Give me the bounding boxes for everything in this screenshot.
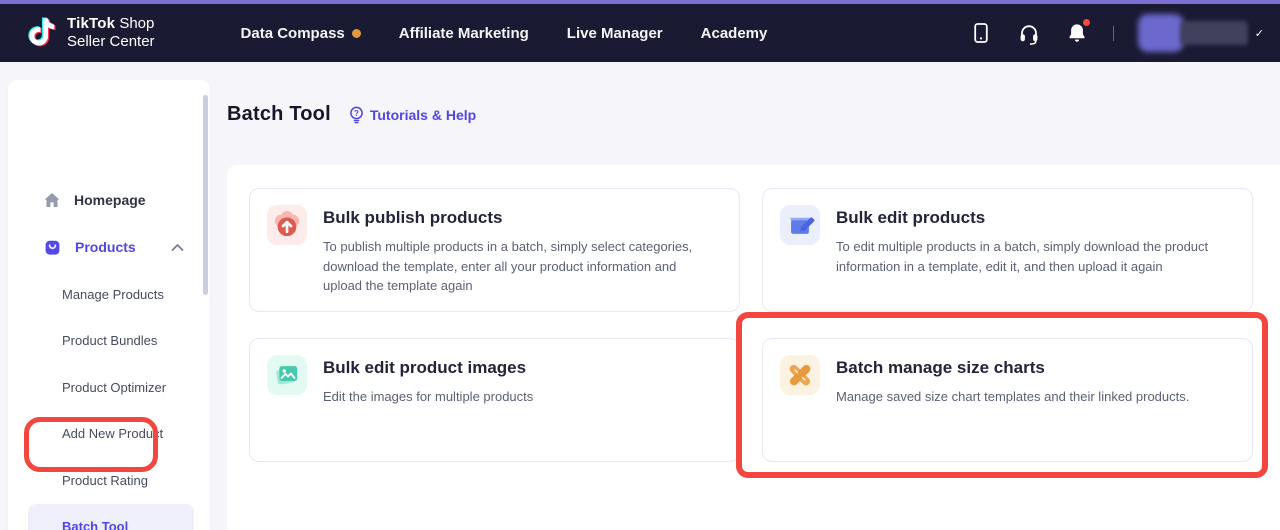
- nav-item-label: Academy: [701, 25, 768, 42]
- sidebar-scrollbar[interactable]: [203, 95, 208, 295]
- card-bulk-publish-products[interactable]: Bulk publish products To publish multipl…: [249, 188, 740, 312]
- sidebar-item-label: Batch Tool: [62, 519, 128, 530]
- card-body: Batch manage size charts Manage saved si…: [836, 355, 1189, 445]
- sidebar-item-label: Product Optimizer: [62, 380, 166, 395]
- chevron-up-icon[interactable]: [171, 243, 184, 252]
- logo-text: TikTok Shop Seller Center: [67, 15, 155, 51]
- card-title: Bulk edit products: [836, 208, 1232, 228]
- help-bulb-icon: ?: [348, 106, 365, 124]
- card-title: Bulk publish products: [323, 208, 719, 228]
- tutorials-help-label: Tutorials & Help: [370, 107, 476, 123]
- nav-item-label: Data Compass: [241, 25, 345, 42]
- image-icon: [267, 355, 307, 395]
- sidebar-item-batch-tool[interactable]: Batch Tool: [8, 503, 210, 530]
- card-body: Bulk edit products To edit multiple prod…: [836, 205, 1232, 295]
- headset-support-icon[interactable]: [1017, 21, 1041, 45]
- products-bag-icon: [43, 238, 62, 257]
- bell-icon[interactable]: [1065, 21, 1089, 45]
- sidebar-item-label: Add New Product: [62, 426, 163, 441]
- upload-cloud-icon: [267, 205, 307, 245]
- account-check-icon: ✓: [1255, 27, 1264, 40]
- sidebar-item-label: Product Rating: [62, 473, 148, 488]
- sidebar-item-add-new-product[interactable]: Add New Product: [8, 410, 210, 456]
- card-bulk-edit-product-images[interactable]: Bulk edit product images Edit the images…: [249, 338, 740, 462]
- sidebar-item-product-rating[interactable]: Product Rating: [8, 457, 210, 503]
- sidebar-item-label: Homepage: [74, 192, 146, 208]
- notification-dot: [352, 29, 361, 38]
- sidebar-item-label: Product Bundles: [62, 333, 157, 348]
- nav-item-live-manager[interactable]: Live Manager: [567, 25, 663, 42]
- sidebar-item-product-optimizer[interactable]: Product Optimizer: [8, 364, 210, 410]
- page-title: Batch Tool: [227, 103, 331, 126]
- nav-right-icons: ✓: [969, 14, 1264, 52]
- sidebar-item-label: Products: [75, 239, 136, 255]
- nav-item-data-compass[interactable]: Data Compass: [241, 25, 361, 42]
- page-header: Batch Tool ? Tutorials & Help: [227, 103, 476, 126]
- sidebar: Homepage Products Manage Products Produc…: [8, 80, 210, 530]
- top-navbar: TikTok Shop Seller Center Data Compass A…: [0, 4, 1280, 62]
- card-description: To edit multiple products in a batch, si…: [836, 237, 1232, 276]
- account-menu[interactable]: ✓: [1138, 14, 1264, 52]
- card-title: Bulk edit product images: [323, 358, 533, 378]
- card-description: Manage saved size chart templates and th…: [836, 387, 1189, 407]
- home-icon: [43, 191, 61, 209]
- svg-text:?: ?: [354, 108, 359, 117]
- card-description: To publish multiple products in a batch,…: [323, 237, 719, 296]
- card-body: Bulk publish products To publish multipl…: [323, 205, 719, 295]
- nav-divider: [1113, 26, 1114, 41]
- seller-center-page: TikTok Shop Seller Center Data Compass A…: [0, 0, 1280, 530]
- card-batch-manage-size-charts[interactable]: Batch manage size charts Manage saved si…: [762, 338, 1253, 462]
- edit-box-icon: [780, 205, 820, 245]
- tutorials-help-link[interactable]: ? Tutorials & Help: [348, 106, 476, 124]
- nav-item-label: Live Manager: [567, 25, 663, 42]
- nav-item-academy[interactable]: Academy: [701, 25, 768, 42]
- sidebar-item-products[interactable]: Products: [8, 224, 210, 270]
- sidebar-item-homepage[interactable]: Homepage: [8, 177, 210, 223]
- size-tape-icon: [780, 355, 820, 395]
- mobile-app-icon[interactable]: [969, 21, 993, 45]
- nav-menu: Data Compass Affiliate Marketing Live Ma…: [241, 25, 768, 42]
- sidebar-item-label: Manage Products: [62, 287, 164, 302]
- card-description: Edit the images for multiple products: [323, 387, 533, 407]
- card-title: Batch manage size charts: [836, 358, 1189, 378]
- card-bulk-edit-products[interactable]: Bulk edit products To edit multiple prod…: [762, 188, 1253, 312]
- nav-item-affiliate-marketing[interactable]: Affiliate Marketing: [399, 25, 529, 42]
- nav-item-label: Affiliate Marketing: [399, 25, 529, 42]
- card-body: Bulk edit product images Edit the images…: [323, 355, 533, 445]
- sidebar-item-manage-products[interactable]: Manage Products: [8, 271, 210, 317]
- tiktok-shop-logo[interactable]: TikTok Shop Seller Center: [26, 15, 155, 51]
- bell-alert-dot: [1083, 19, 1090, 26]
- content-panel: Bulk publish products To publish multipl…: [227, 165, 1280, 530]
- account-avatar-blurred: [1138, 14, 1248, 52]
- sidebar-item-product-bundles[interactable]: Product Bundles: [8, 317, 210, 363]
- tiktok-note-icon: [26, 15, 58, 51]
